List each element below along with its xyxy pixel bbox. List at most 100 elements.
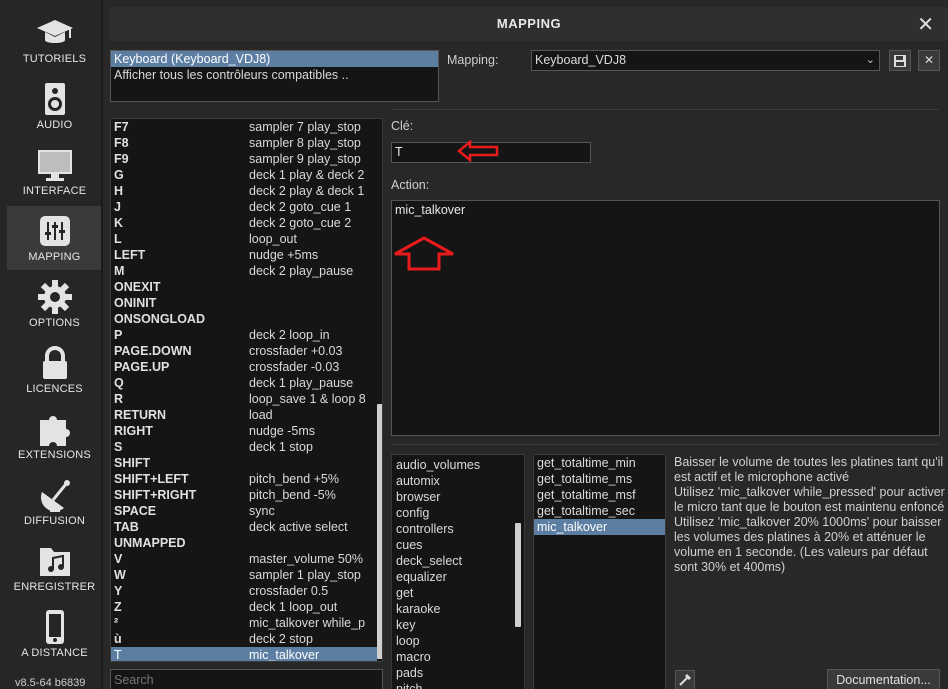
sidebar-item-label: AUDIO xyxy=(36,119,73,131)
key-mapping-row[interactable]: Ycrossfader 0.5 xyxy=(111,583,382,599)
key-mapping-row[interactable]: Tmic_talkover xyxy=(111,647,382,662)
sidebar-item-enregistrer[interactable]: ENREGISTRER xyxy=(7,536,102,600)
verb-category-list[interactable]: audio_volumes automix browser config control… xyxy=(391,454,525,689)
documentation-button[interactable]: Documentation... xyxy=(827,669,940,689)
sidebar-item-licences[interactable]: LICENCES xyxy=(7,338,102,402)
key-action: deck 1 play & deck 2 xyxy=(249,168,365,182)
key-label: Clé: xyxy=(391,119,414,133)
red-arrow-up-annotation xyxy=(394,236,454,271)
key-mapping-row[interactable]: ù deck 2 stop xyxy=(111,631,382,647)
action-textarea[interactable]: mic_talkover xyxy=(391,200,940,436)
key-action: master_volume 50% xyxy=(249,552,363,566)
key-mapping-row[interactable]: Rloop_save 1 & loop 8 xyxy=(111,391,382,407)
key-mapping-row[interactable]: UNMAPPED xyxy=(111,535,382,551)
verb-category-item[interactable]: cues xyxy=(392,537,524,553)
verb-item[interactable]: get_totaltime_min xyxy=(534,455,665,471)
key-mapping-row[interactable]: RIGHT nudge -5ms xyxy=(111,423,382,439)
sidebar-item-a-distance[interactable]: A DISTANCE xyxy=(7,602,102,666)
key-mapping-row[interactable]: F8 sampler 8 play_stop xyxy=(111,135,382,151)
key-mapping-row[interactable]: Lloop_out xyxy=(111,231,382,247)
sidebar-item-label: DIFFUSION xyxy=(23,515,86,527)
key-action: mic_talkover xyxy=(249,648,320,662)
key-mapping-row[interactable]: SHIFT xyxy=(111,455,382,471)
key-mapping-row[interactable]: Hdeck 2 play & deck 1 xyxy=(111,183,382,199)
sidebar-item-interface[interactable]: INTERFACE xyxy=(7,140,102,204)
key-mapping-list[interactable]: F7 sampler 7 play_stop F8 sampler 8 play_st… xyxy=(110,118,383,662)
verb-category-item[interactable]: loop xyxy=(392,633,524,649)
broadcast-icon xyxy=(40,480,70,512)
delete-button[interactable]: ✕ xyxy=(918,50,940,71)
key-mapping-row[interactable]: Qdeck 1 play_pause xyxy=(111,375,382,391)
verb-category-item[interactable]: browser xyxy=(392,489,524,505)
key-mapping-row[interactable]: TAB deck active select xyxy=(111,519,382,535)
verb-category-item[interactable]: controllers xyxy=(392,521,524,537)
key-mapping-row[interactable]: Sdeck 1 stop xyxy=(111,439,382,455)
scrollbar[interactable] xyxy=(377,119,382,661)
key-mapping-row[interactable]: ONSONGLOAD xyxy=(111,311,382,327)
verb-category-item[interactable]: audio_volumes xyxy=(392,457,524,473)
verb-category-item[interactable]: equalizer xyxy=(392,569,524,585)
verb-item[interactable]: get_totaltime_msf xyxy=(534,487,665,503)
verb-category-item[interactable]: karaoke xyxy=(392,601,524,617)
action-label: Action: xyxy=(391,178,430,192)
key-mapping-row[interactable]: ONEXIT xyxy=(111,279,382,295)
mapping-select[interactable]: Keyboard_VDJ8 ⌄ xyxy=(531,50,880,71)
key-mapping-row[interactable]: PAGE.UP crossfader -0.03 xyxy=(111,359,382,375)
key-mapping-row[interactable]: F9 sampler 9 play_stop xyxy=(111,151,382,167)
controller-item[interactable]: Afficher tous les contrôleurs compatible… xyxy=(111,67,438,83)
sidebar-item-options[interactable]: OPTIONS xyxy=(7,272,102,336)
key-mapping-row[interactable]: ² mic_talkover while_p xyxy=(111,615,382,631)
key-name: UNMAPPED xyxy=(114,536,186,550)
verb-category-item[interactable]: get xyxy=(392,585,524,601)
sidebar-item-label: ENREGISTRER xyxy=(13,581,96,593)
key-mapping-row[interactable]: Mdeck 2 play_pause xyxy=(111,263,382,279)
key-mapping-row[interactable]: SPACE sync xyxy=(111,503,382,519)
verb-item[interactable]: get_totaltime_sec xyxy=(534,503,665,519)
sidebar-item-extensions[interactable]: EXTENSIONS xyxy=(7,404,102,468)
key-action: deck 1 loop_out xyxy=(249,600,338,614)
key-mapping-row[interactable]: ONINIT xyxy=(111,295,382,311)
verb-item[interactable]: get_totaltime_ms xyxy=(534,471,665,487)
controller-list[interactable]: Keyboard (Keyboard_VDJ8) Afficher tous l… xyxy=(110,50,439,102)
sidebar-item-tutoriels[interactable]: TUTORIELS xyxy=(7,8,102,72)
save-button[interactable] xyxy=(889,50,911,71)
key-mapping-row[interactable]: Kdeck 2 goto_cue 2 xyxy=(111,215,382,231)
verb-category-item[interactable]: automix xyxy=(392,473,524,489)
key-mapping-row[interactable]: Wsampler 1 play_stop xyxy=(111,567,382,583)
key-name: ONSONGLOAD xyxy=(114,312,205,326)
key-name: PAGE.DOWN xyxy=(114,344,192,358)
verb-category-item[interactable]: deck_select xyxy=(392,553,524,569)
verb-category-item[interactable]: pads xyxy=(392,665,524,681)
sidebar-item-diffusion[interactable]: DIFFUSION xyxy=(7,470,102,534)
key-name: H xyxy=(114,184,124,198)
verb-category-item[interactable]: macro xyxy=(392,649,524,665)
verb-category-item[interactable]: config xyxy=(392,505,524,521)
sidebar-item-mapping[interactable]: MAPPING xyxy=(7,206,102,270)
key-mapping-row[interactable]: Zdeck 1 loop_out xyxy=(111,599,382,615)
key-mapping-row[interactable]: SHIFT+RIGHT pitch_bend -5% xyxy=(111,487,382,503)
key-mapping-row[interactable]: LEFT nudge +5ms xyxy=(111,247,382,263)
key-mapping-row[interactable]: PAGE.DOWN crossfader +0.03 xyxy=(111,343,382,359)
scrollbar-thumb[interactable] xyxy=(515,523,521,627)
key-mapping-row[interactable]: Jdeck 2 goto_cue 1 xyxy=(111,199,382,215)
verb-category-item[interactable]: pitch xyxy=(392,681,524,689)
verb-list[interactable]: get_totaltime_min get_totaltime_ms get_tot… xyxy=(533,454,666,689)
verb-category-item[interactable]: key xyxy=(392,617,524,633)
key-mapping-row[interactable]: Pdeck 2 loop_in xyxy=(111,327,382,343)
key-mapping-row[interactable]: SHIFT+LEFT pitch_bend +5% xyxy=(111,471,382,487)
sidebar-item-label: EXTENSIONS xyxy=(18,449,91,461)
sidebar-item-audio[interactable]: AUDIO xyxy=(7,74,102,138)
key-mapping-row[interactable]: Gdeck 1 play & deck 2 xyxy=(111,167,382,183)
search-input[interactable] xyxy=(110,669,383,689)
key-mapping-row[interactable]: F7 sampler 7 play_stop xyxy=(111,119,382,135)
mapping-select-value: Keyboard_VDJ8 xyxy=(535,53,627,67)
graduation-cap-icon xyxy=(37,20,73,43)
scrollbar-thumb[interactable] xyxy=(377,404,382,659)
picker-button[interactable] xyxy=(675,670,695,689)
close-icon[interactable]: ✕ xyxy=(917,12,934,37)
key-mapping-row[interactable]: Vmaster_volume 50% xyxy=(111,551,382,567)
key-mapping-row[interactable]: RETURN load xyxy=(111,407,382,423)
verb-item[interactable]: mic_talkover xyxy=(534,519,665,535)
key-action: crossfader 0.5 xyxy=(249,584,329,598)
controller-item[interactable]: Keyboard (Keyboard_VDJ8) xyxy=(111,51,438,67)
